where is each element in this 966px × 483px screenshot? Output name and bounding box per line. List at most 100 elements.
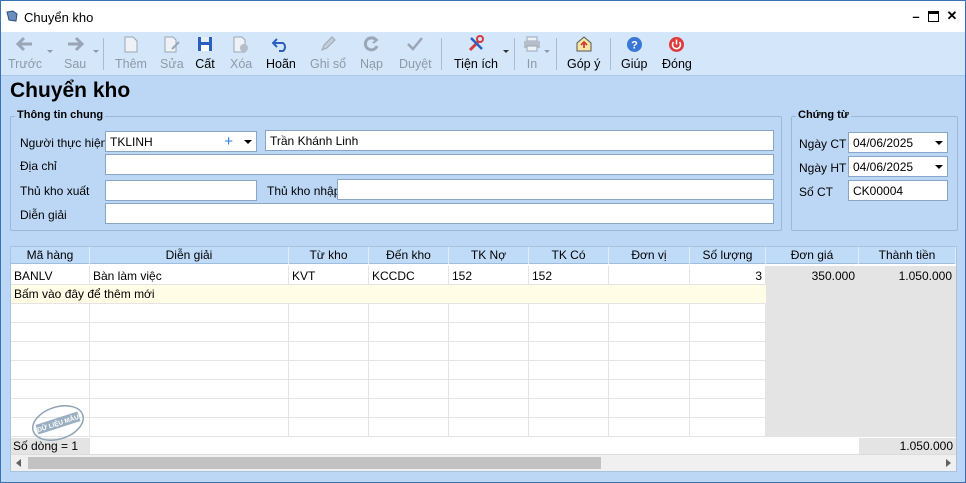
sample-data-stamp: DỮ LIỆU MẪU bbox=[32, 405, 84, 441]
pencil-icon bbox=[321, 36, 336, 51]
toolbar-separator bbox=[610, 38, 611, 70]
column-header[interactable]: TK Có bbox=[529, 247, 609, 264]
general-info-legend: Thông tin chung bbox=[15, 109, 106, 121]
toolbar: Trước Sau Thêm Sửa Cất Xóa Hoãn Ghi sổ N… bbox=[1, 32, 965, 76]
column-header[interactable]: Đến kho bbox=[369, 247, 449, 264]
address-field[interactable] bbox=[105, 154, 774, 175]
new-document-icon bbox=[124, 36, 138, 52]
toolbar-separator bbox=[103, 38, 104, 70]
tools-icon bbox=[468, 35, 484, 52]
empty-row bbox=[11, 418, 956, 437]
close-icon: ✕ bbox=[946, 8, 958, 23]
post-date-label: Ngày HT bbox=[799, 161, 847, 175]
scroll-right-icon[interactable] bbox=[946, 459, 951, 467]
post-date-picker[interactable]: 04/06/2025 bbox=[848, 156, 948, 177]
in-keeper-field[interactable] bbox=[337, 179, 774, 200]
close-window-button[interactable]: ✕ bbox=[943, 7, 961, 25]
column-header[interactable]: Thành tiền bbox=[859, 247, 956, 264]
add-button[interactable]: Thêm bbox=[115, 34, 147, 74]
print-button[interactable]: In bbox=[522, 34, 542, 74]
prev-button[interactable]: Trước bbox=[8, 34, 42, 74]
column-header[interactable]: TK Nợ bbox=[449, 247, 529, 264]
table-row[interactable]: BANLV Bàn làm việc KVT KCCDC 152 152 3 3… bbox=[11, 266, 956, 285]
horizontal-scrollbar[interactable] bbox=[11, 454, 956, 471]
total-amount: 1.050.000 bbox=[859, 438, 956, 454]
empty-row bbox=[11, 323, 956, 342]
column-header[interactable]: Mã hàng bbox=[11, 247, 90, 264]
arrow-left-icon bbox=[16, 36, 33, 52]
column-header[interactable]: Từ kho bbox=[289, 247, 369, 264]
next-dropdown-icon[interactable] bbox=[93, 50, 99, 53]
save-button[interactable]: Cất bbox=[195, 34, 215, 74]
help-icon: ? bbox=[626, 36, 642, 52]
maximize-icon bbox=[927, 10, 939, 22]
empty-row bbox=[11, 399, 956, 418]
empty-row bbox=[11, 361, 956, 380]
description-label: Diễn giải bbox=[20, 208, 67, 222]
maximize-button[interactable] bbox=[924, 7, 942, 25]
column-header[interactable]: Đơn giá bbox=[766, 247, 859, 264]
reload-icon bbox=[364, 36, 380, 52]
voucher-date-picker[interactable]: 04/06/2025 bbox=[848, 132, 948, 153]
hint-row-grey bbox=[766, 285, 956, 304]
scroll-left-icon[interactable] bbox=[16, 459, 21, 467]
feedback-icon bbox=[576, 36, 592, 52]
voucher-date-label: Ngày CT bbox=[799, 137, 847, 151]
chevron-down-icon[interactable] bbox=[935, 141, 943, 145]
out-keeper-field[interactable] bbox=[105, 180, 257, 201]
performer-name-field[interactable]: Trần Khánh Linh bbox=[265, 130, 774, 151]
minimize-icon: – bbox=[912, 8, 920, 24]
help-button[interactable]: ? Giúp bbox=[621, 34, 647, 74]
utilities-button[interactable]: Tiện ích bbox=[454, 34, 498, 74]
chevron-down-icon[interactable] bbox=[244, 140, 252, 144]
window-title: Chuyển kho bbox=[24, 10, 94, 25]
utilities-dropdown-icon[interactable] bbox=[503, 50, 509, 53]
column-header[interactable]: Diễn giải bbox=[90, 247, 289, 264]
page-title: Chuyển kho bbox=[10, 79, 131, 102]
voucher-number-label: Số CT bbox=[799, 185, 834, 199]
column-header[interactable]: Đơn vị bbox=[609, 247, 690, 264]
description-field[interactable] bbox=[105, 203, 774, 224]
performer-label: Người thực hiện bbox=[20, 136, 108, 150]
items-grid: Mã hàng Diễn giải Từ kho Đến kho TK Nợ T… bbox=[10, 246, 957, 472]
reload-button[interactable]: Nạp bbox=[360, 34, 383, 74]
power-icon bbox=[669, 36, 685, 52]
next-button[interactable]: Sau bbox=[64, 34, 86, 74]
post-button[interactable]: Ghi sổ bbox=[310, 34, 346, 74]
prev-dropdown-icon[interactable] bbox=[47, 50, 53, 53]
transfer-window: Chuyển kho – ✕ Trước Sau Thêm Sửa Cất Xó… bbox=[0, 0, 966, 483]
check-icon bbox=[407, 37, 424, 51]
out-keeper-label: Thủ kho xuất bbox=[20, 184, 90, 198]
undo-icon bbox=[271, 38, 286, 52]
feedback-button[interactable]: Góp ý bbox=[567, 34, 600, 74]
address-label: Địa chỉ bbox=[20, 159, 57, 173]
minimize-button[interactable]: – bbox=[907, 7, 925, 25]
in-keeper-label: Thủ kho nhập bbox=[267, 184, 341, 198]
title-bar: Chuyển kho – ✕ bbox=[1, 1, 965, 32]
print-dropdown-icon[interactable] bbox=[544, 50, 550, 53]
edit-button[interactable]: Sửa bbox=[160, 34, 184, 74]
empty-row bbox=[11, 304, 956, 323]
save-icon bbox=[198, 37, 212, 51]
add-new-row[interactable]: Bấm vào đây để thêm mới bbox=[11, 285, 766, 304]
arrow-right-icon bbox=[68, 36, 85, 52]
column-header[interactable]: Số lượng bbox=[690, 247, 766, 264]
chevron-down-icon[interactable] bbox=[935, 165, 943, 169]
delete-button[interactable]: Xóa bbox=[230, 34, 252, 74]
app-icon bbox=[6, 10, 18, 22]
voucher-number-field[interactable]: CK00004 bbox=[848, 180, 948, 201]
empty-row bbox=[11, 342, 956, 361]
toolbar-separator bbox=[514, 38, 515, 70]
plus-icon[interactable]: + bbox=[224, 133, 233, 150]
performer-code-combo[interactable]: TKLINH + bbox=[105, 131, 257, 152]
undo-button[interactable]: Hoãn bbox=[266, 34, 296, 74]
voucher-legend: Chứng từ bbox=[796, 109, 851, 121]
close-button[interactable]: Đóng bbox=[662, 34, 692, 74]
scrollbar-thumb[interactable] bbox=[28, 457, 601, 469]
approve-button[interactable]: Duyệt bbox=[399, 34, 432, 74]
edit-document-icon bbox=[164, 36, 180, 52]
empty-row bbox=[11, 380, 956, 399]
grid-footer: Số dòng = 1 1.050.000 bbox=[11, 438, 956, 454]
grid-header: Mã hàng Diễn giải Từ kho Đến kho TK Nợ T… bbox=[11, 247, 956, 264]
toolbar-separator bbox=[556, 38, 557, 70]
